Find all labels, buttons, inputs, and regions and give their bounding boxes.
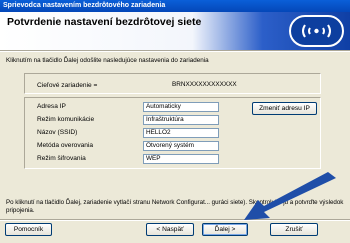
target-device-value: BRNXXXXXXXXXXXX — [170, 81, 272, 91]
wireless-logo-icon — [289, 15, 344, 47]
next-button[interactable]: Ďalej > — [202, 223, 248, 236]
setting-label-mode: Režim komunikácie — [37, 116, 95, 123]
intro-text: Kliknutím na tlačidlo Ďalej odošlite nas… — [6, 57, 209, 64]
change-ip-button[interactable]: Zmeniť adresu IP — [252, 102, 317, 115]
setting-value-ssid: HELLO2 — [143, 128, 219, 138]
setting-value-ip: Automaticky — [143, 102, 219, 112]
setting-value-encryption: WEP — [143, 154, 219, 164]
pointer-arrow-icon — [244, 172, 336, 220]
wizard-header: Potvrdenie nastavení bezdrôtovej siete — [0, 12, 350, 50]
setting-value-auth: Otvorený systém — [143, 141, 219, 151]
setting-label-ip: Adresa IP — [37, 103, 66, 110]
window-titlebar: Sprievodca nastavením bezdrôtového zaria… — [0, 0, 350, 12]
setting-label-auth: Metóda overovania — [37, 142, 94, 149]
target-device-label: Cieľové zariadenie = — [37, 82, 98, 89]
cancel-button[interactable]: Zrušiť — [270, 223, 318, 236]
setting-label-encryption: Režim šifrovania — [37, 155, 86, 162]
setting-value-mode: Infraštruktúra — [143, 115, 219, 125]
setting-label-ssid: Názov (SSID) — [37, 129, 78, 136]
page-title: Potvrdenie nastavení bezdrôtovej siete — [7, 16, 202, 28]
help-button[interactable]: Pomocník — [5, 223, 52, 236]
header-divider — [0, 50, 350, 52]
back-button[interactable]: < Naspäť — [146, 223, 194, 236]
